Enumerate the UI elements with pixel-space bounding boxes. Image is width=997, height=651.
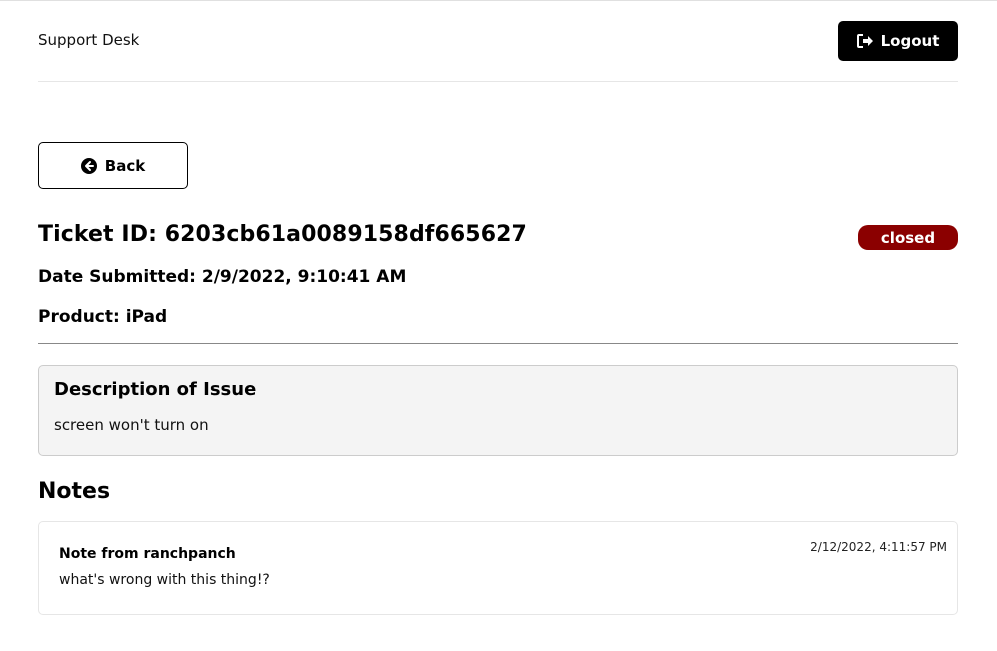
- divider: [38, 343, 958, 344]
- note-author: Note from ranchpanch: [59, 546, 236, 562]
- description-box: Description of Issue screen won't turn o…: [38, 365, 958, 456]
- notes-heading: Notes: [38, 479, 111, 504]
- header: Support Desk Logout: [38, 1, 958, 82]
- back-label: Back: [104, 156, 146, 175]
- description-heading: Description of Issue: [54, 379, 257, 400]
- logout-button[interactable]: Logout: [838, 21, 958, 61]
- description-text: screen won't turn on: [54, 416, 209, 434]
- note-card: Note from ranchpanch what's wrong with t…: [38, 521, 958, 615]
- note-text: what's wrong with this thing!?: [59, 572, 270, 588]
- brand-link[interactable]: Support Desk: [38, 31, 139, 49]
- logout-label: Logout: [880, 32, 940, 50]
- note-date: 2/12/2022, 4:11:57 PM: [810, 540, 947, 554]
- status-badge: closed: [858, 225, 958, 250]
- back-button[interactable]: Back: [38, 142, 188, 189]
- sign-out-icon: [856, 34, 873, 48]
- date-submitted: Date Submitted: 2/9/2022, 9:10:41 AM: [38, 267, 407, 287]
- ticket-title: Ticket ID: 6203cb61a0089158df665627: [38, 222, 527, 247]
- product-line: Product: iPad: [38, 307, 168, 327]
- page: Support Desk Logout Back Ticket ID: 6203…: [0, 0, 997, 651]
- arrow-circle-left-icon: [80, 157, 97, 174]
